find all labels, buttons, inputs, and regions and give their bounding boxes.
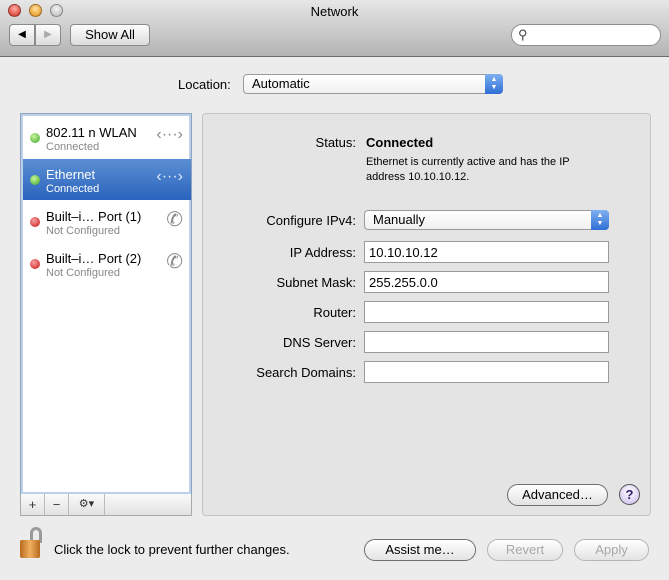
help-button[interactable]: ?	[619, 484, 640, 505]
search-input[interactable]: ⚲	[511, 24, 661, 46]
service-list-toolbar: + − ⚙▾	[20, 494, 192, 516]
add-service-button[interactable]: +	[21, 494, 45, 515]
service-status: Not Configured	[46, 225, 120, 237]
dns-server-field[interactable]	[364, 331, 609, 353]
show-all-button[interactable]: Show All	[70, 24, 150, 46]
service-name: Ethernet	[46, 167, 96, 182]
service-status: Not Configured	[46, 267, 120, 279]
service-status: Connected	[46, 141, 100, 153]
service-item-ethernet[interactable]: Ethernet Connected ‹···›	[23, 159, 191, 200]
updown-arrows-icon: ▲ ▼	[591, 210, 609, 230]
phone-icon: ✆	[166, 251, 183, 273]
service-name: Built–i… Port (1)	[46, 209, 142, 224]
lock-icon[interactable]	[20, 527, 46, 559]
assist-me-button[interactable]: Assist me…	[364, 539, 476, 561]
subnet-mask-label: Subnet Mask:	[276, 275, 357, 290]
configure-ipv4-value: Manually	[373, 212, 426, 227]
advanced-button[interactable]: Advanced…	[507, 484, 608, 506]
router-field[interactable]	[364, 301, 609, 323]
service-item-wlan[interactable]: 802.11 n WLAN Connected ‹···›	[23, 117, 191, 158]
status-dot-green	[30, 133, 40, 143]
service-item-port-2[interactable]: Built–i… Port (2) Not Configured ✆	[23, 243, 191, 284]
window-title: Network	[310, 4, 359, 19]
service-item-port-1[interactable]: Built–i… Port (1) Not Configured ✆	[23, 201, 191, 242]
phone-icon: ✆	[166, 209, 183, 231]
lock-message: Click the lock to prevent further change…	[54, 542, 290, 557]
ip-address-field[interactable]: 10.10.10.12	[364, 241, 609, 263]
status-dot-green	[30, 175, 40, 185]
search-icon: ⚲	[518, 27, 528, 42]
search-domains-label: Search Domains:	[256, 365, 356, 380]
ip-address-label: IP Address:	[289, 245, 356, 260]
service-status: Connected	[46, 183, 100, 195]
service-name: 802.11 n WLAN	[46, 125, 137, 140]
forward-button[interactable]: ▶	[35, 24, 61, 46]
router-label: Router:	[313, 305, 356, 320]
status-value: Connected	[366, 135, 434, 150]
location-select[interactable]: Automatic ▲ ▼	[243, 74, 503, 94]
service-list[interactable]: 802.11 n WLAN Connected ‹···› Ethernet C…	[20, 113, 192, 495]
configure-ipv4-label: Configure IPv4:	[266, 213, 356, 228]
configure-ipv4-select[interactable]: Manually ▲ ▼	[364, 210, 609, 230]
service-name: Built–i… Port (2)	[46, 251, 142, 266]
ethernet-arrows-icon: ‹···›	[156, 168, 183, 185]
updown-arrows-icon: ▲ ▼	[485, 74, 503, 94]
location-label: Location:	[178, 77, 231, 92]
title-bar: Network ◀ ▶ Show All ⚲	[0, 0, 669, 57]
remove-service-button[interactable]: −	[45, 494, 69, 515]
dns-server-label: DNS Server:	[283, 335, 356, 350]
status-dot-red	[30, 217, 40, 227]
status-dot-red	[30, 259, 40, 269]
location-value: Automatic	[252, 76, 310, 91]
gear-menu-button[interactable]: ⚙▾	[69, 494, 105, 515]
subnet-mask-field[interactable]: 255.255.0.0	[364, 271, 609, 293]
status-label: Status:	[315, 135, 356, 150]
search-domains-field[interactable]	[364, 361, 609, 383]
status-description: Ethernet is currently active and has the…	[366, 156, 570, 183]
revert-button[interactable]: Revert	[487, 539, 563, 561]
wifi-arrows-icon: ‹···›	[156, 126, 183, 143]
back-button[interactable]: ◀	[9, 24, 35, 46]
apply-button[interactable]: Apply	[574, 539, 649, 561]
